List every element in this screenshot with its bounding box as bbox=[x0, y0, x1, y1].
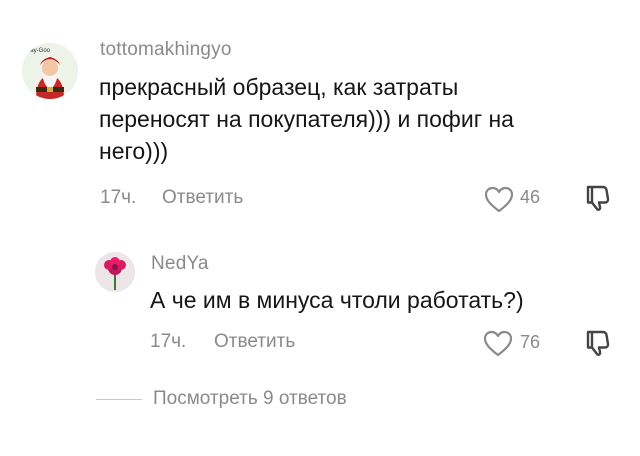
comment-text: прекрасный образец, как затраты перенося… bbox=[99, 74, 514, 164]
avatar-santa-icon[interactable]: Hay-Goo bbox=[22, 43, 78, 99]
like-count: 76 bbox=[520, 332, 541, 352]
reply-button[interactable]: Ответить bbox=[214, 331, 295, 353]
comment-time: 17ч. bbox=[100, 187, 137, 208]
avatar-text: Hay-Goo bbox=[26, 48, 51, 54]
dislike-icon[interactable] bbox=[582, 183, 612, 213]
comment-author[interactable]: tottomakhingyo bbox=[100, 39, 232, 61]
comment-time: 17ч. bbox=[150, 331, 187, 352]
like-count: 46 bbox=[520, 187, 541, 207]
comment-1: Hay-Goo tottomakhingyo прекрасный образе… bbox=[0, 0, 640, 230]
divider-line bbox=[96, 399, 142, 400]
comment-text: А че им в минуса чтоли работать?) bbox=[150, 287, 524, 313]
dislike-icon[interactable] bbox=[582, 328, 612, 358]
view-replies-button[interactable]: Посмотреть 9 ответов bbox=[153, 388, 347, 410]
reply-button[interactable]: Ответить bbox=[162, 187, 243, 209]
avatar-flower-icon[interactable] bbox=[95, 252, 135, 292]
heart-icon[interactable] bbox=[481, 327, 515, 359]
comment-author[interactable]: NedYa bbox=[151, 253, 209, 275]
heart-icon[interactable] bbox=[482, 183, 516, 215]
